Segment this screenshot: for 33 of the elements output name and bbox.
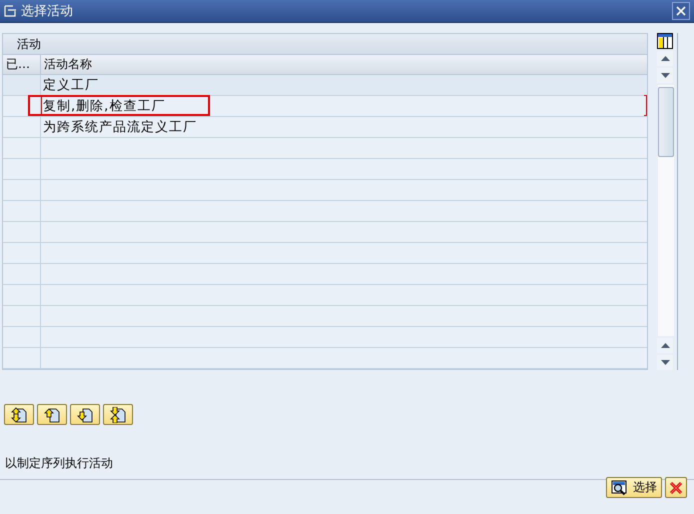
close-button[interactable] [672, 2, 690, 20]
layout-icon[interactable] [657, 33, 673, 49]
down-triangle-icon [660, 73, 670, 78]
move-button[interactable] [70, 404, 100, 425]
select-button[interactable]: 选择 [606, 477, 662, 498]
up-triangle-icon [660, 56, 670, 61]
document-arrow-icon [44, 406, 60, 422]
table-cell-text: 定义工厂 [43, 77, 99, 94]
scroll-up-button[interactable] [657, 51, 673, 66]
magnifier-icon [611, 480, 627, 496]
move-button[interactable] [4, 404, 34, 425]
document-arrow-icon [11, 406, 27, 422]
table-cell-text: 复制,删除,检查工厂 [43, 98, 166, 115]
close-icon [669, 480, 683, 494]
column-header[interactable]: 活动名称 [41, 55, 92, 74]
scroll-up-button[interactable] [657, 338, 673, 353]
document-arrow-icon [77, 406, 93, 422]
move-button[interactable] [37, 404, 67, 425]
down-triangle-icon [660, 360, 670, 365]
up-triangle-icon [660, 343, 670, 348]
table-cell-text: 为跨系统产品流定义工厂 [43, 119, 197, 136]
scroll-down-button[interactable] [657, 68, 673, 83]
column-header[interactable]: 已… [3, 55, 41, 74]
table-title: 活动 [17, 36, 41, 52]
cancel-button[interactable] [665, 477, 687, 498]
scroll-thumb[interactable] [658, 87, 674, 157]
scroll-down-button[interactable] [657, 355, 673, 370]
move-button[interactable] [103, 404, 133, 425]
document-arrow-icon [110, 406, 126, 422]
window-title: 选择活动 [21, 3, 73, 20]
status-text: 以制定序列执行活动 [5, 455, 114, 472]
close-icon [676, 6, 686, 16]
dialog-icon [4, 5, 17, 17]
